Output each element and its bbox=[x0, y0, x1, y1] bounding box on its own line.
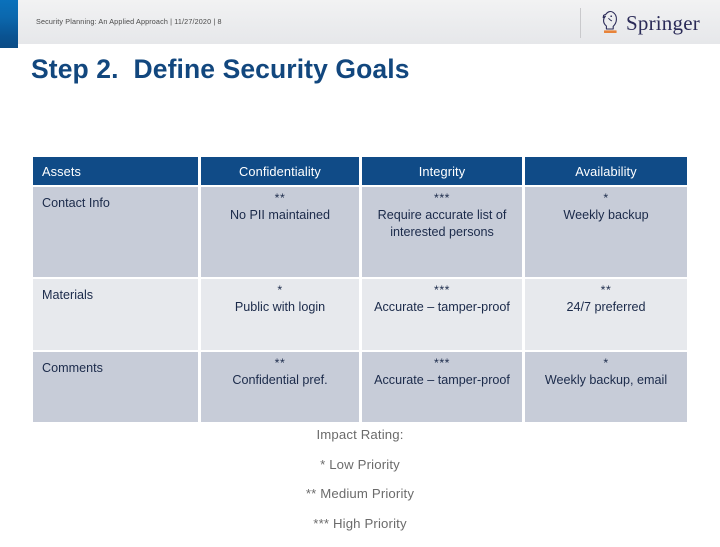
integrity-cell: *** Accurate – tamper-proof bbox=[362, 352, 522, 422]
legend-low-priority: * Low Priority bbox=[320, 456, 400, 472]
security-goals-table: Assets Confidentiality Integrity Availab… bbox=[33, 157, 687, 424]
confidentiality-cell: ** Confidential pref. bbox=[201, 352, 359, 422]
rating-stars: *** bbox=[434, 356, 450, 370]
cell-note: Weekly backup bbox=[563, 208, 649, 223]
availability-cell: * Weekly backup bbox=[525, 187, 687, 277]
cell-note: No PII maintained bbox=[229, 208, 331, 223]
integrity-cell: *** Accurate – tamper-proof bbox=[362, 279, 522, 350]
integrity-cell: *** Require accurate list of interested … bbox=[362, 187, 522, 277]
page-title: Step 2. Define Security Goals bbox=[31, 54, 410, 84]
springer-knight-icon bbox=[600, 10, 621, 36]
column-header-availability: Availability bbox=[525, 157, 687, 185]
asset-name-cell: Contact Info bbox=[33, 187, 198, 277]
cell-note: Accurate – tamper-proof bbox=[374, 300, 510, 315]
asset-name-cell: Materials bbox=[33, 279, 198, 350]
table-header-row: Assets Confidentiality Integrity Availab… bbox=[33, 157, 687, 185]
springer-logo: Springer bbox=[600, 8, 700, 38]
legend-heading: Impact Rating: bbox=[316, 427, 404, 442]
rating-stars: ** bbox=[600, 283, 612, 297]
header-breadcrumb: Security Planning: An Applied Approach |… bbox=[36, 17, 222, 26]
table-row: Comments ** Confidential pref. *** Accur… bbox=[33, 352, 687, 422]
cell-note: 24/7 preferred bbox=[566, 300, 646, 315]
rating-stars: * bbox=[603, 356, 609, 370]
table-row: Materials * Public with login *** Accura… bbox=[33, 279, 687, 350]
column-header-assets: Assets bbox=[33, 157, 198, 185]
availability-cell: * Weekly backup, email bbox=[525, 352, 687, 422]
rating-stars: * bbox=[277, 283, 283, 297]
column-header-confidentiality: Confidentiality bbox=[201, 157, 359, 185]
column-header-integrity: Integrity bbox=[362, 157, 522, 185]
confidentiality-cell: * Public with login bbox=[201, 279, 359, 350]
rating-stars: *** bbox=[434, 283, 450, 297]
rating-stars: *** bbox=[434, 191, 450, 205]
springer-wordmark: Springer bbox=[626, 10, 700, 35]
asset-name-cell: Comments bbox=[33, 352, 198, 422]
table-row: Contact Info ** No PII maintained *** Re… bbox=[33, 187, 687, 277]
impact-rating-legend: Impact Rating: * Low Priority ** Medium … bbox=[0, 428, 720, 547]
left-accent-bar bbox=[0, 0, 18, 48]
availability-cell: ** 24/7 preferred bbox=[525, 279, 687, 350]
legend-medium-priority: ** Medium Priority bbox=[305, 486, 415, 502]
rating-stars: * bbox=[603, 191, 609, 205]
cell-note: Confidential pref. bbox=[232, 373, 328, 388]
cell-note: Accurate – tamper-proof bbox=[374, 373, 510, 388]
header-divider bbox=[580, 8, 581, 38]
rating-stars: ** bbox=[274, 356, 286, 370]
cell-note: Public with login bbox=[234, 300, 326, 315]
cell-note: Require accurate list of interested pers… bbox=[377, 208, 507, 239]
confidentiality-cell: ** No PII maintained bbox=[201, 187, 359, 277]
legend-high-priority: *** High Priority bbox=[313, 516, 407, 532]
rating-stars: ** bbox=[274, 191, 286, 205]
cell-note: Weekly backup, email bbox=[544, 373, 668, 388]
